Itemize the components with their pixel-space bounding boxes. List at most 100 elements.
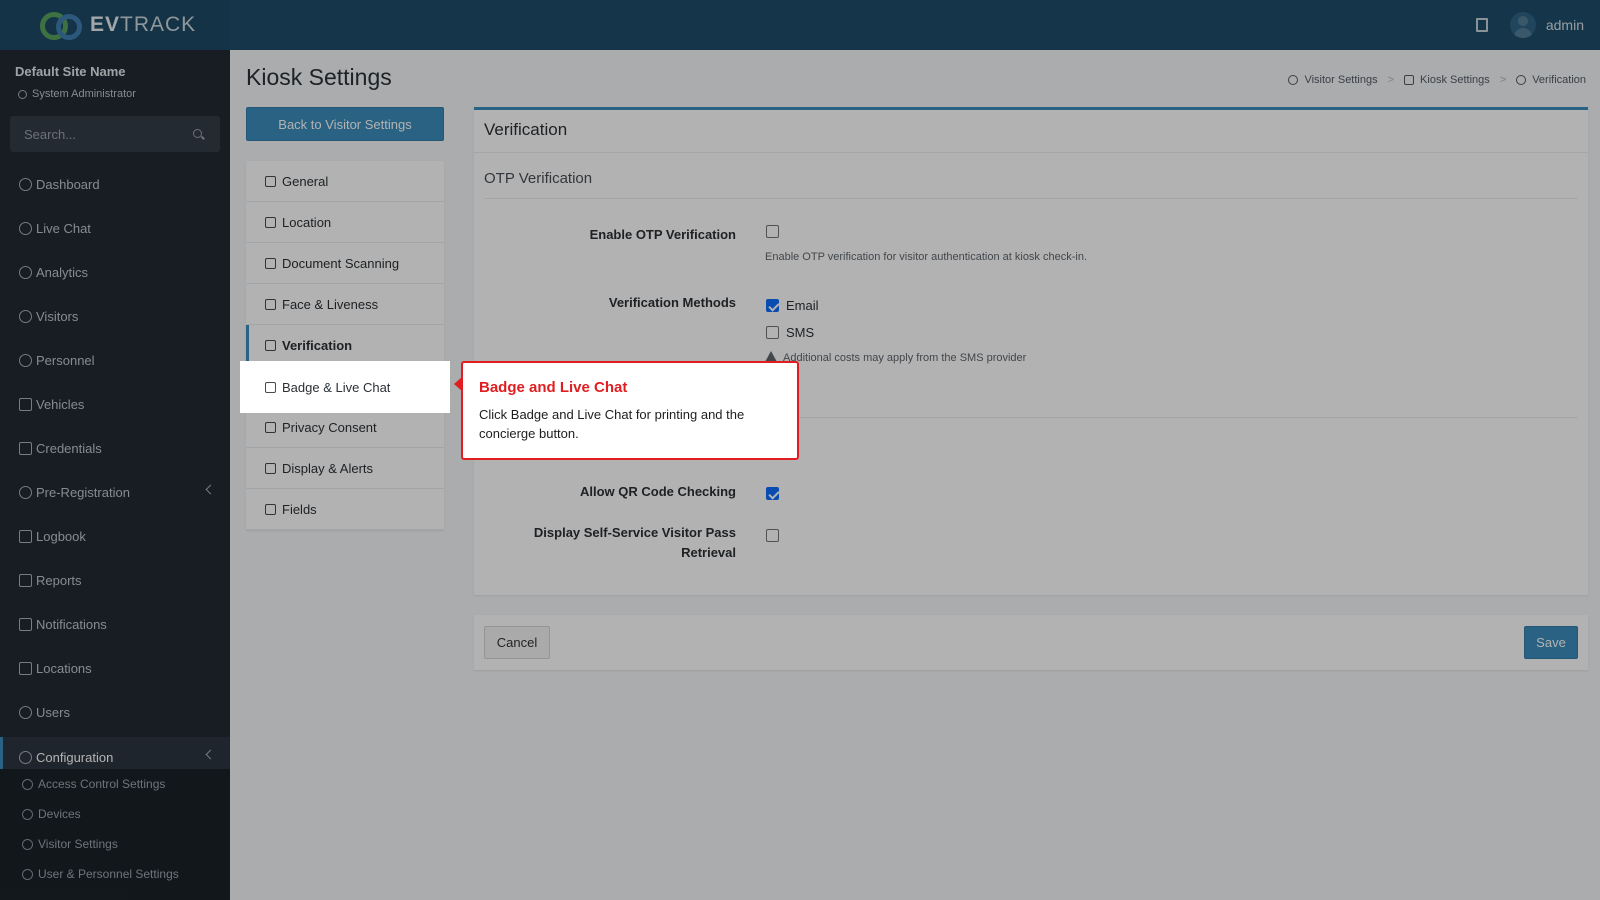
scan-icon <box>265 257 276 269</box>
sidebar-item-reports[interactable]: Reports <box>0 560 230 600</box>
display-icon <box>265 462 276 474</box>
tooltip-body: Click Badge and Live Chat for printing a… <box>479 407 745 441</box>
menu-item-face-liveness[interactable]: Face & Liveness <box>246 284 444 325</box>
eye-icon <box>1288 75 1299 85</box>
credentials-icon <box>19 441 32 455</box>
evtrack-logo-icon <box>38 10 86 40</box>
brand-logo-link[interactable]: EVTRACK <box>0 0 230 50</box>
menu-item-display-alerts[interactable]: Display & Alerts <box>246 448 444 489</box>
menu-item-fields[interactable]: Fields <box>246 489 444 530</box>
enable-otp-help: Enable OTP verification for visitor auth… <box>765 251 1088 263</box>
tour-tooltip: Badge and Live Chat Click Badge and Live… <box>454 361 799 460</box>
tooltip-arrow <box>454 377 462 391</box>
sms-warning: Additional costs may apply from the SMS … <box>765 351 1026 364</box>
user-icon <box>18 89 27 99</box>
sidebar-search-input[interactable] <box>10 116 180 152</box>
chevron-left-icon <box>205 749 216 760</box>
book-icon <box>19 529 32 543</box>
shield-check-icon <box>265 339 276 351</box>
configuration-submenu: Access Control Settings Devices Visitor … <box>0 769 230 900</box>
menu-item-badge-live-chat[interactable]: Badge & Live Chat <box>240 361 450 413</box>
eye-icon <box>19 309 32 323</box>
sidebar-item-notifications[interactable]: Notifications <box>0 604 230 644</box>
tooltip-title: Badge and Live Chat <box>479 379 628 396</box>
sidebar-item-credentials[interactable]: Credentials <box>0 428 230 468</box>
face-icon <box>265 298 276 310</box>
sidebar-item-visitors[interactable]: Visitors <box>0 296 230 336</box>
sidebar: Default Site Name System Administrator D… <box>0 50 230 900</box>
breadcrumb-visitor-settings[interactable]: Visitor Settings <box>1304 74 1377 86</box>
verification-methods-label: Verification Methods <box>608 295 736 310</box>
sidebar-item-locations[interactable]: Locations <box>0 648 230 688</box>
user-role: System Administrator <box>18 88 136 100</box>
breadcrumb-kiosk-settings[interactable]: Kiosk Settings <box>1420 74 1490 86</box>
shield-icon <box>265 421 276 433</box>
user-name[interactable]: admin <box>1546 17 1584 33</box>
badge-icon <box>265 381 276 393</box>
submenu-item-access-control[interactable]: Access Control Settings <box>22 777 165 791</box>
eye-icon <box>22 838 33 850</box>
allow-qr-label: Allow QR Code Checking <box>579 484 736 499</box>
submenu-item-devices[interactable]: Devices <box>22 807 81 821</box>
search-icon[interactable] <box>193 129 202 138</box>
verification-panel: Verification OTP Verification Enable OTP… <box>474 107 1588 595</box>
chevron-left-icon <box>205 484 216 495</box>
swap-icon <box>19 485 32 499</box>
map-icon <box>19 661 32 675</box>
method-email-label[interactable]: Email <box>786 298 819 313</box>
lock-icon <box>22 778 33 790</box>
save-button[interactable]: Save <box>1524 626 1578 659</box>
menu-item-general[interactable]: General <box>246 161 444 202</box>
sidebar-item-analytics[interactable]: Analytics <box>0 252 230 292</box>
devices-icon <box>22 808 33 820</box>
divider <box>474 152 1588 153</box>
kiosk-settings-menu: General Location Document Scanning Face … <box>246 161 444 530</box>
car-icon <box>19 397 32 411</box>
submenu-item-visitor-settings[interactable]: Visitor Settings <box>22 837 118 851</box>
dashboard-icon <box>19 177 32 191</box>
divider <box>484 198 1578 199</box>
sidebar-search <box>10 116 220 152</box>
section-title-otp: OTP Verification <box>484 170 593 187</box>
menu-item-location[interactable]: Location <box>246 202 444 243</box>
method-email-checkbox[interactable] <box>766 299 779 312</box>
sidebar-item-users[interactable]: Users <box>0 692 230 732</box>
breadcrumb: Visitor Settings > Kiosk Settings > Veri… <box>1288 74 1586 86</box>
back-to-visitor-settings-button[interactable]: Back to Visitor Settings <box>246 107 444 141</box>
sidebar-item-pre-registration[interactable]: Pre-Registration <box>0 472 230 512</box>
method-sms-checkbox[interactable] <box>766 326 779 339</box>
allow-qr-checkbox[interactable] <box>766 487 779 500</box>
panel-title: Verification <box>484 120 568 139</box>
building-icon[interactable] <box>1475 18 1488 32</box>
analytics-icon <box>19 265 32 279</box>
enable-otp-checkbox[interactable] <box>766 225 779 238</box>
method-sms-label[interactable]: SMS <box>786 325 814 340</box>
sidebar-item-personnel[interactable]: Personnel <box>0 340 230 380</box>
users-icon <box>19 705 32 719</box>
sidebar-item-logbook[interactable]: Logbook <box>0 516 230 556</box>
user-avatar[interactable] <box>1509 12 1536 38</box>
sidebar-item-live-chat[interactable]: Live Chat <box>0 208 230 248</box>
menu-item-verification[interactable]: Verification <box>246 325 444 366</box>
breadcrumb-separator: > <box>1499 74 1507 86</box>
top-navbar: EVTRACK admin <box>0 0 1600 50</box>
list-check-icon <box>265 503 276 515</box>
submenu-item-user-personnel[interactable]: User & Personnel Settings <box>22 867 179 881</box>
sidebar-item-vehicles[interactable]: Vehicles <box>0 384 230 424</box>
cancel-button[interactable]: Cancel <box>484 626 550 659</box>
menu-item-privacy-consent[interactable]: Privacy Consent <box>246 407 444 448</box>
monitor-icon <box>1404 75 1415 85</box>
reports-icon <box>19 573 32 587</box>
enable-otp-label: Enable OTP Verification <box>589 227 736 242</box>
brand-name: EVTRACK <box>90 13 197 36</box>
self-service-checkbox[interactable] <box>766 529 779 542</box>
chat-icon <box>19 617 32 631</box>
gear-icon <box>1516 75 1527 85</box>
sidebar-item-dashboard[interactable]: Dashboard <box>0 164 230 204</box>
gear-icon <box>19 750 32 764</box>
personnel-icon <box>19 353 32 367</box>
self-service-label: Display Self-Service Visitor Pass Retriev… <box>533 525 736 560</box>
menu-item-document-scanning[interactable]: Document Scanning <box>246 243 444 284</box>
sliders-icon <box>265 175 276 187</box>
location-pin-icon <box>265 216 276 228</box>
